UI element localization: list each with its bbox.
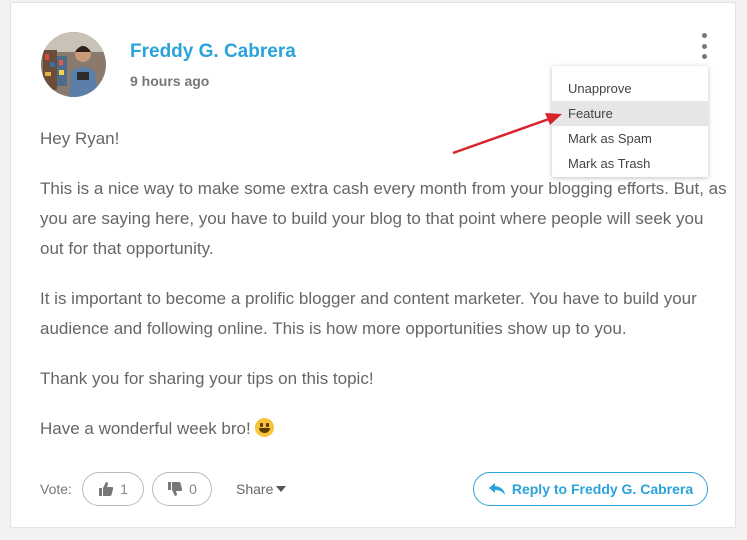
reply-label: Reply to Freddy G. Cabrera	[511, 481, 694, 497]
share-dropdown[interactable]: Share	[236, 481, 287, 497]
comment-body: Hey Ryan! This is a nice way to make som…	[40, 124, 730, 464]
comment-paragraph: This is a nice way to make some extra ca…	[40, 179, 727, 258]
upvote-count: 1	[120, 481, 128, 497]
menu-item-feature[interactable]: Feature	[552, 101, 708, 126]
comment-timestamp: 9 hours ago	[130, 73, 210, 89]
menu-item-unapprove[interactable]: Unapprove	[552, 76, 708, 101]
vote-label: Vote:	[40, 481, 72, 497]
avatar[interactable]	[41, 32, 106, 97]
caret-down-icon	[276, 486, 287, 492]
thumbs-down-icon	[168, 482, 183, 496]
share-label: Share	[236, 481, 274, 497]
comment-paragraph: Have a wonderful week bro!	[40, 419, 251, 438]
upvote-button[interactable]: 1	[82, 472, 144, 506]
downvote-count: 0	[189, 481, 197, 497]
downvote-button[interactable]: 0	[152, 472, 212, 506]
comment-paragraph: Hey Ryan!	[40, 129, 120, 148]
more-vertical-icon[interactable]	[697, 33, 711, 59]
comment-card: Freddy G. Cabrera 9 hours ago Unapprove …	[10, 2, 736, 528]
reply-arrow-icon	[488, 483, 505, 495]
thumbs-up-icon	[99, 482, 114, 496]
comment-paragraph: It is important to become a prolific blo…	[40, 289, 697, 338]
comment-paragraph: Thank you for sharing your tips on this …	[40, 369, 374, 388]
comment-paragraph-last: Have a wonderful week bro!	[40, 414, 730, 444]
author-name[interactable]: Freddy G. Cabrera	[130, 41, 296, 63]
reply-button[interactable]: Reply to Freddy G. Cabrera	[473, 472, 708, 506]
comment-footer: Vote: 1 0 Share Reply to Freddy G. Cabre…	[40, 472, 710, 508]
grinning-face-emoji	[255, 418, 275, 437]
